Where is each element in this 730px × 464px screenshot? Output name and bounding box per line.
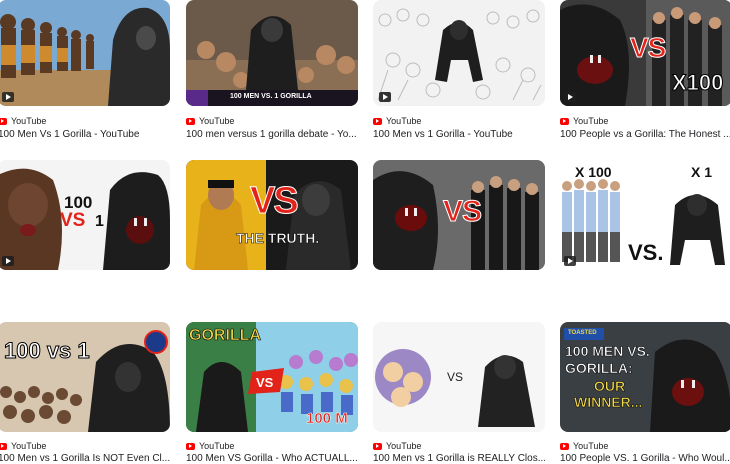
vs-overlay: VS (447, 370, 464, 384)
source-name: YouTube (199, 441, 235, 451)
vs-overlay: VS (442, 195, 482, 229)
thumbnail-caption: 100 M (306, 410, 348, 428)
thumbnail-caption: X 100 (575, 164, 612, 180)
video-thumbnail[interactable]: 100 MEN VS. 1 GORILLA (186, 0, 358, 106)
channel-logo: TOASTED (568, 330, 597, 336)
result-title[interactable]: 100 Men vs 1 Gorilla - YouTube (373, 129, 545, 140)
thumbnail-caption: GORILLA: (565, 360, 633, 377)
source-name: YouTube (386, 116, 422, 126)
video-thumbnail[interactable]: VS THE TRUTH. (186, 160, 358, 270)
vs-overlay: VS (60, 210, 86, 231)
vs-overlay: VS (250, 180, 300, 223)
video-icon (2, 256, 14, 266)
result-title[interactable]: 100 People vs a Gorilla: The Honest ... (560, 129, 730, 140)
source-label[interactable]: YouTube (560, 116, 608, 126)
result-title[interactable]: 100 Men vs 1 Gorilla Is NOT Even Cl... (0, 453, 170, 464)
video-icon (564, 256, 576, 266)
source-name: YouTube (386, 441, 422, 451)
video-thumbnail[interactable]: VS (373, 322, 545, 432)
source-label[interactable]: YouTube (560, 441, 608, 451)
thumbnail-caption: X100 (671, 70, 724, 96)
thumbnail-caption: X 1 (691, 164, 713, 180)
thumbnail-caption: OUR (594, 378, 626, 395)
source-label[interactable]: YouTube (186, 441, 234, 451)
thumbnail-caption: THE TRUTH. (236, 230, 320, 247)
result-title[interactable]: 100 People VS. 1 Gorilla - Who Woul... (560, 453, 730, 464)
result-title[interactable]: 100 Men VS Gorilla - Who ACTUALL... (186, 453, 358, 464)
vs-overlay: VS. (628, 240, 664, 265)
video-thumbnail[interactable]: VS X100 (560, 0, 730, 106)
youtube-icon (560, 442, 569, 450)
video-thumbnail[interactable] (373, 0, 545, 106)
source-label[interactable]: YouTube (373, 116, 421, 126)
thumbnail-caption: WINNER... (574, 394, 643, 411)
vs-overlay: VS (256, 375, 274, 390)
source-label[interactable]: YouTube (186, 116, 234, 126)
thumbnail-caption: 100 MEN VS. 1 GORILLA (230, 93, 312, 100)
video-thumbnail[interactable] (0, 0, 170, 106)
source-label[interactable]: YouTube (0, 441, 46, 451)
video-thumbnail[interactable]: VS (373, 160, 545, 270)
video-icon (2, 92, 14, 102)
result-title[interactable]: 100 men versus 1 gorilla debate - Yo... (186, 129, 358, 140)
source-name: YouTube (11, 116, 47, 126)
source-name: YouTube (11, 441, 47, 451)
youtube-icon (0, 442, 7, 450)
thumbnail-caption: 1 (95, 213, 104, 230)
video-thumbnail[interactable]: GORILLA VS 100 M (186, 322, 358, 432)
youtube-icon (373, 117, 382, 125)
result-title[interactable]: 100 Men vs 1 Gorilla is REALLY Clos... (373, 453, 545, 464)
vs-overlay: VS (629, 32, 666, 64)
video-thumbnail[interactable]: 100 vs 1 (0, 322, 170, 432)
source-name: YouTube (573, 116, 609, 126)
source-label[interactable]: YouTube (0, 116, 46, 126)
video-thumbnail[interactable]: TOASTED 100 MEN VS. GORILLA: OUR WINNER.… (560, 322, 730, 432)
video-icon (379, 92, 391, 102)
youtube-icon (560, 117, 569, 125)
video-icon (564, 92, 576, 102)
source-name: YouTube (573, 441, 609, 451)
thumbnail-caption: 100 vs 1 (4, 338, 91, 364)
result-title[interactable]: 100 Men Vs 1 Gorilla - YouTube (0, 129, 170, 140)
thumbnail-caption: 100 MEN VS. (565, 343, 650, 360)
youtube-icon (186, 117, 195, 125)
video-thumbnail[interactable]: X 100 X 1 VS. (560, 160, 730, 270)
source-name: YouTube (199, 116, 235, 126)
thumbnail-caption: GORILLA (189, 327, 262, 345)
video-thumbnail[interactable]: 100 VS 1 (0, 160, 170, 270)
youtube-icon (186, 442, 195, 450)
youtube-icon (0, 117, 7, 125)
source-label[interactable]: YouTube (373, 441, 421, 451)
youtube-icon (373, 442, 382, 450)
